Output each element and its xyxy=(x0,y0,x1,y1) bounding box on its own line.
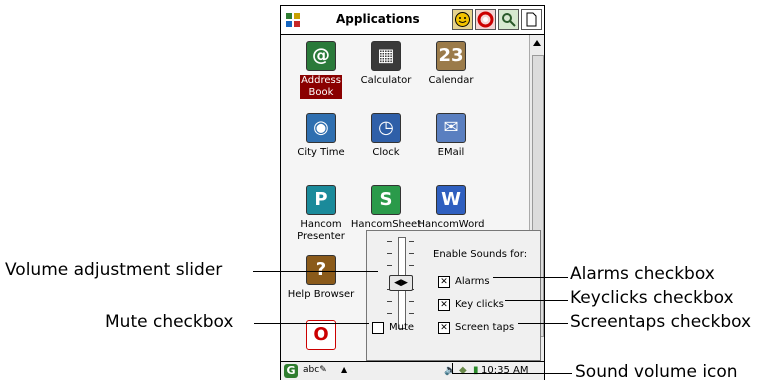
help-icon: ? xyxy=(306,255,336,285)
callout-volume-slider: Volume adjustment slider xyxy=(5,260,223,280)
screentaps-checkbox[interactable]: ✕ xyxy=(438,322,450,334)
app-label: EMail xyxy=(437,147,465,158)
globe-icon: ◉ xyxy=(306,113,336,143)
battery-icon[interactable]: ▮ xyxy=(473,365,479,376)
taskbar: G abc✎ ▲ 🔈 ◆ ▮ 10:35 AM xyxy=(281,361,544,380)
alarms-label: Alarms xyxy=(455,276,490,287)
mute-label: Mute xyxy=(389,322,415,333)
app-label: Address Book xyxy=(300,75,342,99)
popup-title: Enable Sounds for: xyxy=(433,249,528,260)
callout-keyclicks: Keyclicks checkbox xyxy=(570,288,734,308)
app-label: Hancom Presenter xyxy=(297,219,345,242)
app-label: Calculator xyxy=(360,75,412,86)
start-icon[interactable]: G xyxy=(284,364,298,378)
app-email[interactable]: ✉ EMail xyxy=(411,113,491,159)
calendar-icon: 23 xyxy=(436,41,466,71)
email-icon: ✉ xyxy=(436,113,466,143)
hancom-sheet-icon: S xyxy=(371,185,401,215)
mute-checkbox[interactable] xyxy=(372,322,384,334)
callout-alarms: Alarms checkbox xyxy=(570,264,715,284)
pen-icon: ✎ xyxy=(319,365,327,375)
app-help[interactable]: ? Help Browser xyxy=(281,255,361,301)
alarms-checkbox[interactable]: ✕ xyxy=(438,276,450,288)
app-menu-icon[interactable] xyxy=(286,12,300,27)
window-title: Applications xyxy=(336,12,420,26)
keyclicks-checkbox[interactable]: ✕ xyxy=(438,299,450,311)
callout-mute: Mute checkbox xyxy=(105,312,234,332)
app-calendar[interactable]: 23 Calendar xyxy=(411,41,491,87)
input-mode-label: abc xyxy=(303,365,320,375)
scroll-up-arrow[interactable] xyxy=(533,40,541,46)
up-arrow-icon[interactable]: ▲ xyxy=(341,365,347,374)
app-label: Clock xyxy=(372,147,400,158)
calculator-icon: ▦ xyxy=(371,41,401,71)
app-partial[interactable]: O xyxy=(281,320,361,354)
hancom-word-icon: W xyxy=(436,185,466,215)
search-icon[interactable] xyxy=(498,9,519,30)
clock-icon: ◷ xyxy=(371,113,401,143)
callout-screentaps: Screentaps checkbox xyxy=(570,312,752,332)
smiley-icon[interactable] xyxy=(452,9,473,30)
document-icon[interactable] xyxy=(521,9,542,30)
volume-slider-knob[interactable]: ◀▶ xyxy=(389,275,413,291)
opera-icon: O xyxy=(306,320,336,350)
app-label: Help Browser xyxy=(287,289,355,300)
app-label: Calendar xyxy=(428,75,474,86)
address-book-icon: @ xyxy=(306,41,336,71)
sound-volume-icon[interactable]: 🔈 xyxy=(444,365,456,376)
screentaps-label: Screen taps xyxy=(455,322,515,333)
title-bar: Applications xyxy=(281,6,544,35)
keyclicks-label: Key clicks xyxy=(455,299,504,310)
lifebuoy-icon[interactable] xyxy=(475,9,496,30)
clock-time[interactable]: 10:35 AM xyxy=(481,365,528,376)
network-icon[interactable]: ◆ xyxy=(459,365,467,376)
input-mode-indicator[interactable]: abc✎ xyxy=(303,365,327,375)
hancom-presenter-icon: P xyxy=(306,185,336,215)
sound-settings-popup: ◀▶ Enable Sounds for: ✕ Alarms ✕ Key cli… xyxy=(366,230,541,361)
app-label: City Time xyxy=(297,147,345,158)
app-hancom-word[interactable]: W HancomWord xyxy=(411,185,491,231)
callout-sound-icon: Sound volume icon xyxy=(575,362,738,382)
